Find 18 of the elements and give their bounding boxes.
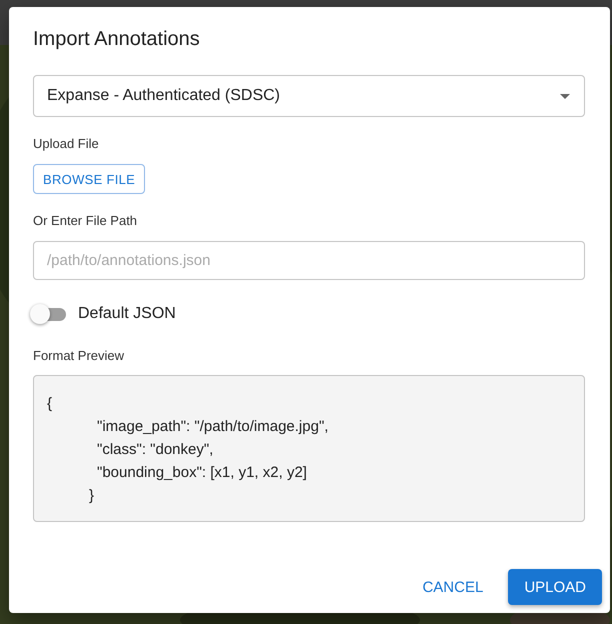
browse-file-button[interactable]: BROWSE FILE [33,164,146,194]
upload-button[interactable]: UPLOAD [508,569,602,605]
source-select[interactable]: Expanse - Authenticated (SDSC) [33,75,585,117]
code-line: } [88,486,96,506]
code-line: { [47,394,54,414]
file-path-field[interactable]: /path/to/annotations.json [33,241,585,280]
caret-icon [560,94,570,98]
select-value: Expanse - Authenticated (SDSC) [47,87,280,105]
cancel-button[interactable]: CANCEL [414,570,492,604]
toggle-label: Default JSON [78,305,176,323]
dialog-title: Import Annotations [33,27,200,51]
toggle-switch[interactable] [30,303,68,325]
code-line: "bounding_box": [x1, y1, x2, y2] [96,463,308,483]
file-path-label: Or Enter File Path [33,213,138,229]
upload-label: Upload File [33,136,99,152]
format-preview-label: Format Preview [33,348,124,364]
code-line: "class": "donkey", [96,440,214,460]
code-line: "image_path": "/path/to/image.jpg", [96,417,330,437]
